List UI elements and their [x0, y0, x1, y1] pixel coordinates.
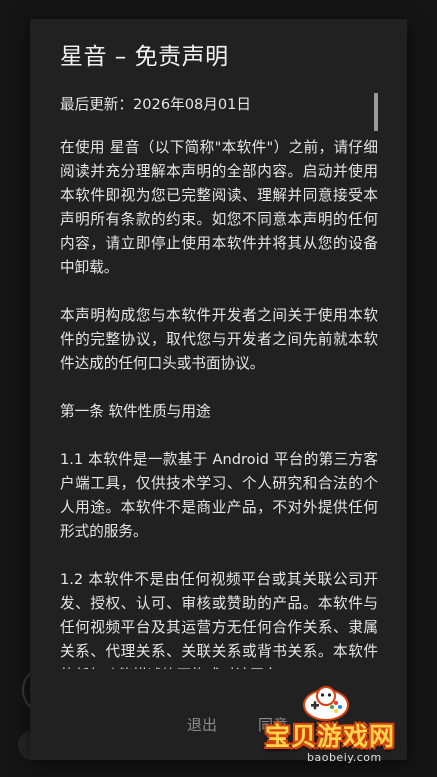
screen: 星音 – 免责声明 最后更新：2026年08月01日 在使用 星音（以下简称"本… [0, 0, 437, 777]
exit-button[interactable]: 退出 [181, 707, 223, 743]
watermark-brand: 宝贝游戏网 [265, 722, 396, 751]
disclaimer-dialog: 星音 – 免责声明 最后更新：2026年08月01日 在使用 星音（以下简称"本… [30, 19, 407, 760]
content-scrollbar[interactable] [374, 93, 378, 131]
section-heading-1: 第一条 软件性质与用途 [60, 403, 211, 420]
watermark: 宝贝游戏网 baobeiy.com [261, 681, 431, 769]
last-updated-text: 最后更新：2026年08月01日 [60, 96, 252, 113]
paragraph-intro: 在使用 星音（以下简称"本软件"）之前，请仔细阅读并充分理解本声明的全部内容。启… [60, 139, 378, 276]
paragraph-1-2: 1.2 本软件不是由任何视频平台或其关联公司开发、授权、认可、审核或赞助的产品。… [60, 571, 378, 669]
paragraph-1-1: 1.1 本软件是一款基于 Android 平台的第三方客户端工具，仅供技术学习、… [60, 451, 378, 540]
watermark-url: baobeiy.com [307, 751, 382, 764]
dialog-title: 星音 – 免责声明 [60, 44, 229, 70]
disclaimer-content[interactable]: 最后更新：2026年08月01日 在使用 星音（以下简称"本软件"）之前，请仔细… [60, 93, 378, 669]
paragraph-agreement: 本声明构成您与本软件开发者之间关于使用本软件的完整协议，取代您与开发者之间先前就… [60, 307, 378, 372]
